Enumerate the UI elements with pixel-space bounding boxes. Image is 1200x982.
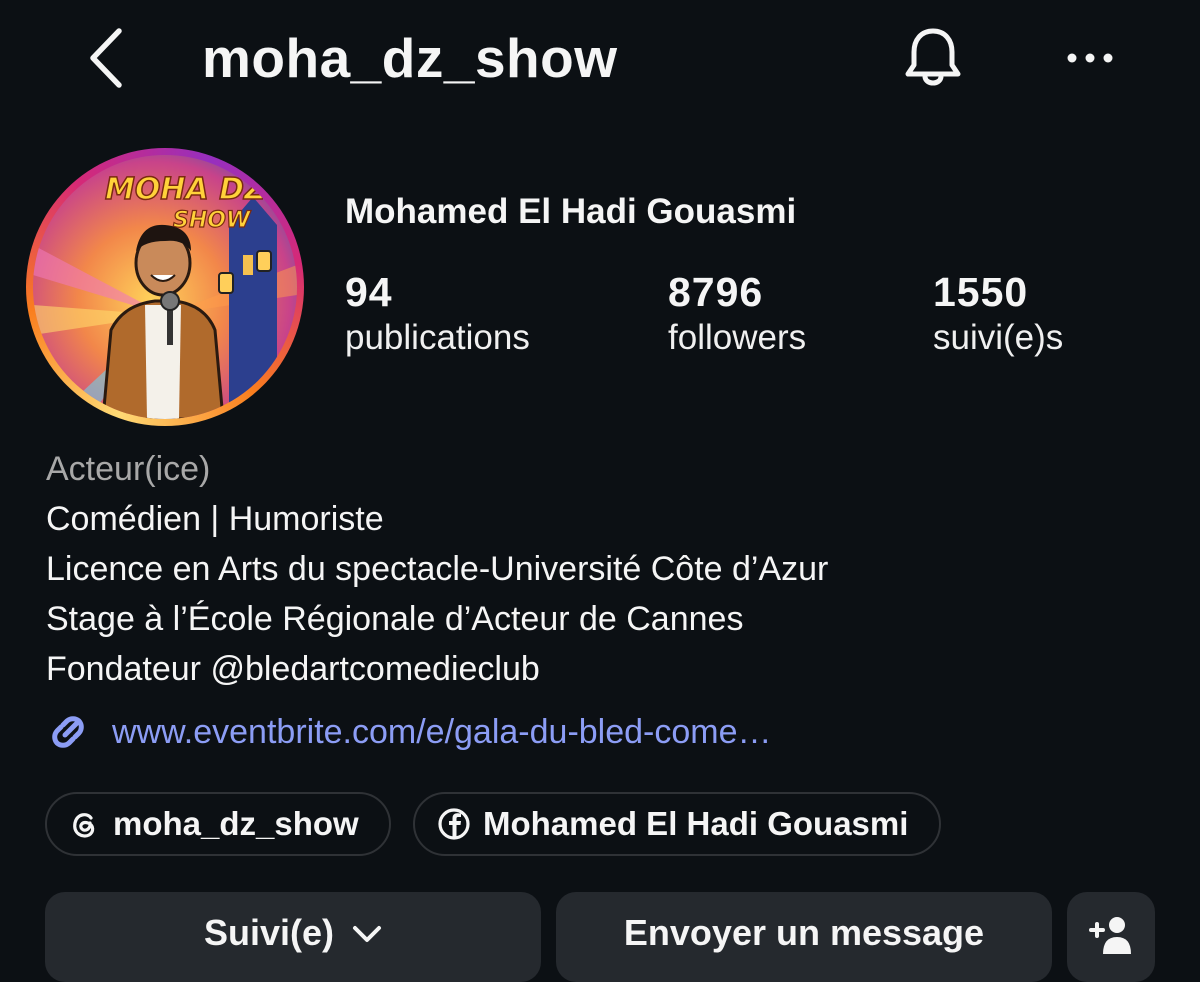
followers-stat[interactable]: 8796 followers (668, 268, 806, 360)
following-label: suivi(e)s (933, 318, 1064, 357)
page-title: moha_dz_show (202, 27, 618, 89)
followers-count: 8796 (668, 269, 764, 315)
profile-link[interactable]: www.eventbrite.com/e/gala-du-bled-come… (44, 705, 772, 759)
more-horizontal-icon (1067, 53, 1113, 63)
profile-category: Acteur(ice) (46, 450, 211, 488)
facebook-icon (438, 808, 470, 840)
chevron-down-icon (353, 926, 382, 942)
facebook-label: Mohamed El Hadi Gouasmi (483, 805, 909, 842)
posts-label: publications (345, 318, 530, 357)
bio-line-with-mention[interactable]: Fondateur @bledartcomedieclub (46, 644, 828, 694)
avatar-title-text: MOHA DZ (105, 172, 267, 207)
following-stat[interactable]: 1550 suivi(e)s (933, 268, 1063, 360)
threads-icon (73, 813, 95, 838)
profile-avatar[interactable]: MOHA DZ SHOW (26, 148, 304, 426)
bio-line: Comédien | Humoriste (46, 500, 384, 538)
send-message-label: Envoyer un message (623, 912, 985, 953)
bio-line: Stage à l’École Régionale d’Acteur de Ca… (46, 600, 744, 638)
profile-bio: Acteur(ice) Comédien | Humoriste Licence… (46, 444, 828, 694)
suggest-users-button[interactable] (1067, 892, 1155, 982)
link-icon (52, 716, 84, 748)
send-message-button[interactable]: Envoyer un message (556, 892, 1052, 982)
bio-line: Licence en Arts du spectacle-Université … (46, 550, 829, 588)
followers-label: followers (668, 318, 807, 357)
following-button-label: Suivi(e) (203, 912, 335, 953)
chevron-left-icon (90, 28, 122, 88)
facebook-link-pill[interactable]: Mohamed El Hadi Gouasmi (413, 792, 941, 856)
threads-link-pill[interactable]: moha_dz_show (45, 792, 391, 856)
more-options-button[interactable] (1050, 30, 1130, 86)
following-button[interactable]: Suivi(e) (45, 892, 541, 982)
notifications-button[interactable] (894, 18, 972, 98)
posts-stat[interactable]: 94 publications (345, 268, 530, 360)
threads-label: moha_dz_show (113, 805, 359, 842)
following-count: 1550 (933, 269, 1029, 315)
avatar-subtitle-text: SHOW (173, 208, 252, 233)
posts-count: 94 (345, 269, 393, 315)
avatar-image: MOHA DZ SHOW (33, 155, 297, 419)
profile-link-text[interactable]: www.eventbrite.com/e/gala-du-bled-come… (112, 710, 772, 754)
add-user-icon (1089, 917, 1131, 954)
back-button[interactable] (72, 20, 142, 96)
bell-icon (905, 28, 961, 86)
profile-full-name: Mohamed El Hadi Gouasmi (345, 192, 797, 231)
